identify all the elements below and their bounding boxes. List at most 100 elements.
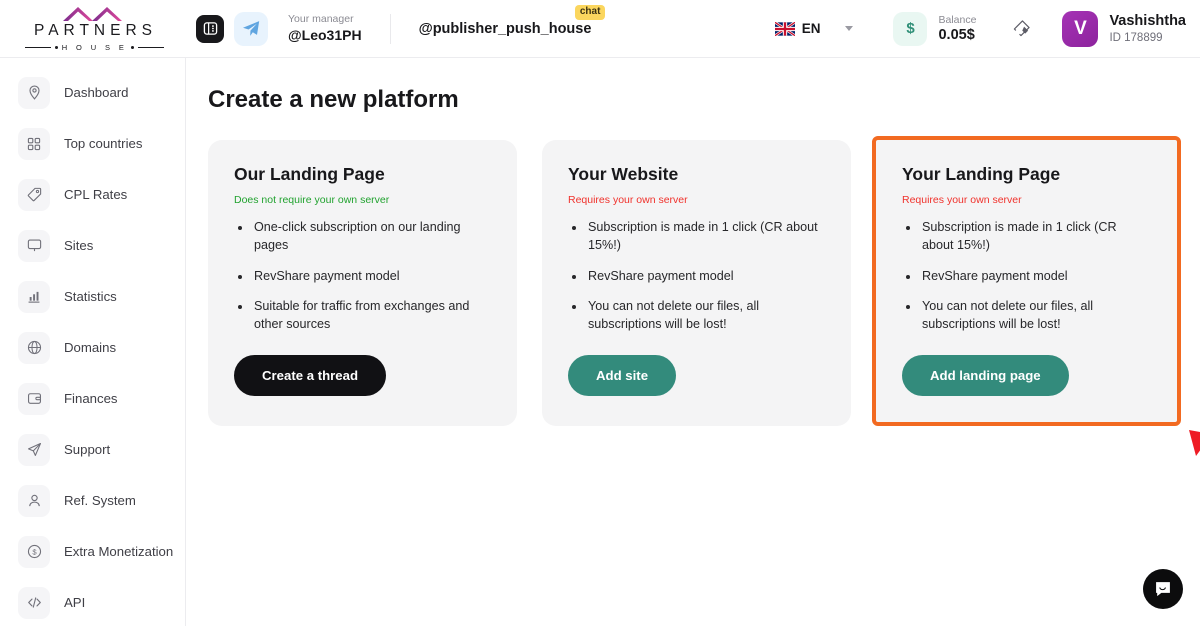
add-landing-page-button[interactable]: Add landing page	[902, 355, 1069, 397]
location-pin-icon	[18, 76, 50, 109]
user-id: ID 178899	[1109, 32, 1163, 45]
sidebar-item-label: Support	[64, 442, 111, 457]
sidebar-collapse-icon[interactable]	[196, 14, 224, 43]
sidebar-item-label: Finances	[64, 391, 118, 406]
top-bar: PARTNERS H O U S E Your manager @Leo31PH…	[0, 0, 1200, 58]
megaphone-glyph	[1014, 19, 1031, 36]
card-bullets: Subscription is made in 1 click (CR abou…	[586, 218, 825, 333]
sidebar-item-label: Sites	[64, 238, 94, 253]
svg-text:$: $	[32, 548, 37, 557]
tag-icon	[18, 178, 50, 211]
avatar: V	[1062, 10, 1099, 47]
sidebar-item-label: CPL Rates	[64, 187, 128, 202]
user-name: Vashishtha	[1109, 12, 1186, 29]
brand-logo[interactable]: PARTNERS H O U S E	[0, 0, 186, 58]
balance-label: Balance	[938, 13, 977, 26]
platform-card-your-landing-page: Your Landing Page Requires your own serv…	[872, 136, 1181, 427]
platform-card-our-landing-page: Our Landing Page Does not require your o…	[208, 140, 517, 427]
language-code: EN	[801, 21, 821, 36]
wallet-icon	[18, 382, 50, 415]
dollar-icon: $	[893, 11, 928, 46]
card-bullets: One-click subscription on our landing pa…	[252, 218, 491, 333]
sidebar-item-dashboard[interactable]: Dashboard	[0, 74, 185, 111]
card-bullet: Suitable for traffic from exchanges and …	[252, 297, 491, 334]
bar-chart-icon	[18, 280, 50, 313]
page-title: Create a new platform	[208, 86, 459, 113]
logo-rule-right	[138, 46, 165, 48]
sidebar-item-top-countries[interactable]: Top countries	[0, 125, 185, 162]
create-a-thread-button[interactable]: Create a thread	[234, 355, 387, 397]
sidebar-item-label: Ref. System	[64, 493, 136, 508]
card-bullet: You can not delete our files, all subscr…	[586, 297, 825, 334]
manager-handle: @Leo31PH	[288, 26, 362, 43]
sidebar-item-label: API	[64, 595, 86, 610]
sidebar-item-statistics[interactable]: Statistics	[0, 278, 185, 315]
card-server-note: Requires your own server	[568, 194, 688, 206]
chat-launcher-button[interactable]	[1143, 569, 1183, 609]
card-server-note: Requires your own server	[902, 194, 1022, 206]
sidebar-item-label: Dashboard	[64, 85, 129, 100]
sidebar-item-api[interactable]: API	[0, 584, 185, 621]
channel-handle: @publisher_push_house	[418, 20, 592, 37]
platform-card-list: Our Landing Page Does not require your o…	[208, 136, 1200, 427]
top-bar-divider	[389, 13, 391, 44]
sidebar-item-label: Domains	[64, 340, 117, 355]
logo-wordmark: PARTNERS	[34, 22, 157, 40]
add-site-button[interactable]: Add site	[568, 355, 677, 397]
logo-dot-left	[54, 45, 58, 49]
globe-icon	[18, 331, 50, 364]
card-title: Your Website	[568, 164, 679, 184]
card-server-note: Does not require your own server	[234, 194, 390, 206]
card-title: Our Landing Page	[234, 164, 385, 184]
sidebar-item-label: Extra Monetization	[64, 544, 174, 559]
card-bullet: RevShare payment model	[252, 267, 491, 285]
sidebar-item-finances[interactable]: Finances	[0, 380, 185, 417]
card-bullet: You can not delete our files, all subscr…	[920, 297, 1151, 334]
user-menu[interactable]: V Vashishtha ID 178899	[1062, 10, 1186, 47]
code-brackets-icon	[18, 586, 50, 619]
card-title: Your Landing Page	[902, 164, 1061, 184]
sidebar-item-extra-monetization[interactable]: $ Extra Monetization	[0, 533, 185, 570]
top-bar-right: EN $ Balance 0.05$ V Vashishtha ID 17889…	[774, 10, 1200, 47]
monitor-icon	[18, 229, 50, 262]
card-bullet: One-click subscription on our landing pa…	[252, 218, 491, 255]
sidebar-item-label: Statistics	[64, 289, 117, 304]
dollar-circle-icon: $	[18, 535, 50, 568]
card-bullets: Subscription is made in 1 click (CR abou…	[920, 218, 1151, 333]
logo-sub-wordmark: H O U S E	[61, 42, 128, 52]
main-content: Create a new platform Our Landing Page D…	[186, 58, 1200, 626]
sidebar: Dashboard Top countries CPL Rates Sites …	[0, 58, 186, 626]
card-bullet: Subscription is made in 1 click (CR abou…	[586, 218, 825, 255]
logo-dot-right	[131, 45, 135, 49]
uk-flag-icon	[774, 21, 795, 36]
person-icon	[18, 484, 50, 517]
card-bullet: RevShare payment model	[920, 267, 1151, 285]
logo-roof-icon	[63, 7, 122, 22]
logo-rule-left	[24, 46, 51, 48]
platform-card-your-website: Your Website Requires your own server Su…	[542, 140, 851, 427]
sidebar-item-support[interactable]: Support	[0, 431, 185, 468]
chevron-down-icon[interactable]	[845, 26, 854, 31]
card-bullet: RevShare payment model	[586, 267, 825, 285]
manager-label: Your manager	[288, 12, 354, 25]
balance-block[interactable]: $ Balance 0.05$	[893, 11, 977, 46]
sidebar-item-cpl-rates[interactable]: CPL Rates	[0, 176, 185, 213]
paper-plane-icon	[18, 433, 50, 466]
balance-value: 0.05$	[938, 27, 975, 44]
sidebar-item-label: Top countries	[64, 136, 143, 151]
top-bar-left: Your manager @Leo31PH @publisher_push_ho…	[186, 4, 606, 46]
telegram-icon[interactable]	[234, 11, 268, 46]
sidebar-item-sites[interactable]: Sites	[0, 227, 185, 264]
language-selector[interactable]: EN	[774, 21, 854, 36]
sidebar-item-ref-system[interactable]: Ref. System	[0, 482, 185, 519]
telegram-plane-glyph	[243, 20, 260, 36]
sidebar-item-domains[interactable]: Domains	[0, 329, 185, 366]
sidebar-collapse-glyph	[203, 22, 217, 35]
chat-badge[interactable]: chat	[574, 4, 606, 20]
channel-block[interactable]: @publisher_push_house chat	[418, 4, 606, 38]
chat-bubble-icon	[1156, 582, 1170, 597]
manager-info[interactable]: Your manager @Leo31PH	[288, 13, 362, 45]
grid-dots-icon	[18, 127, 50, 160]
card-bullet: Subscription is made in 1 click (CR abou…	[920, 218, 1151, 255]
megaphone-icon[interactable]	[1012, 18, 1034, 40]
